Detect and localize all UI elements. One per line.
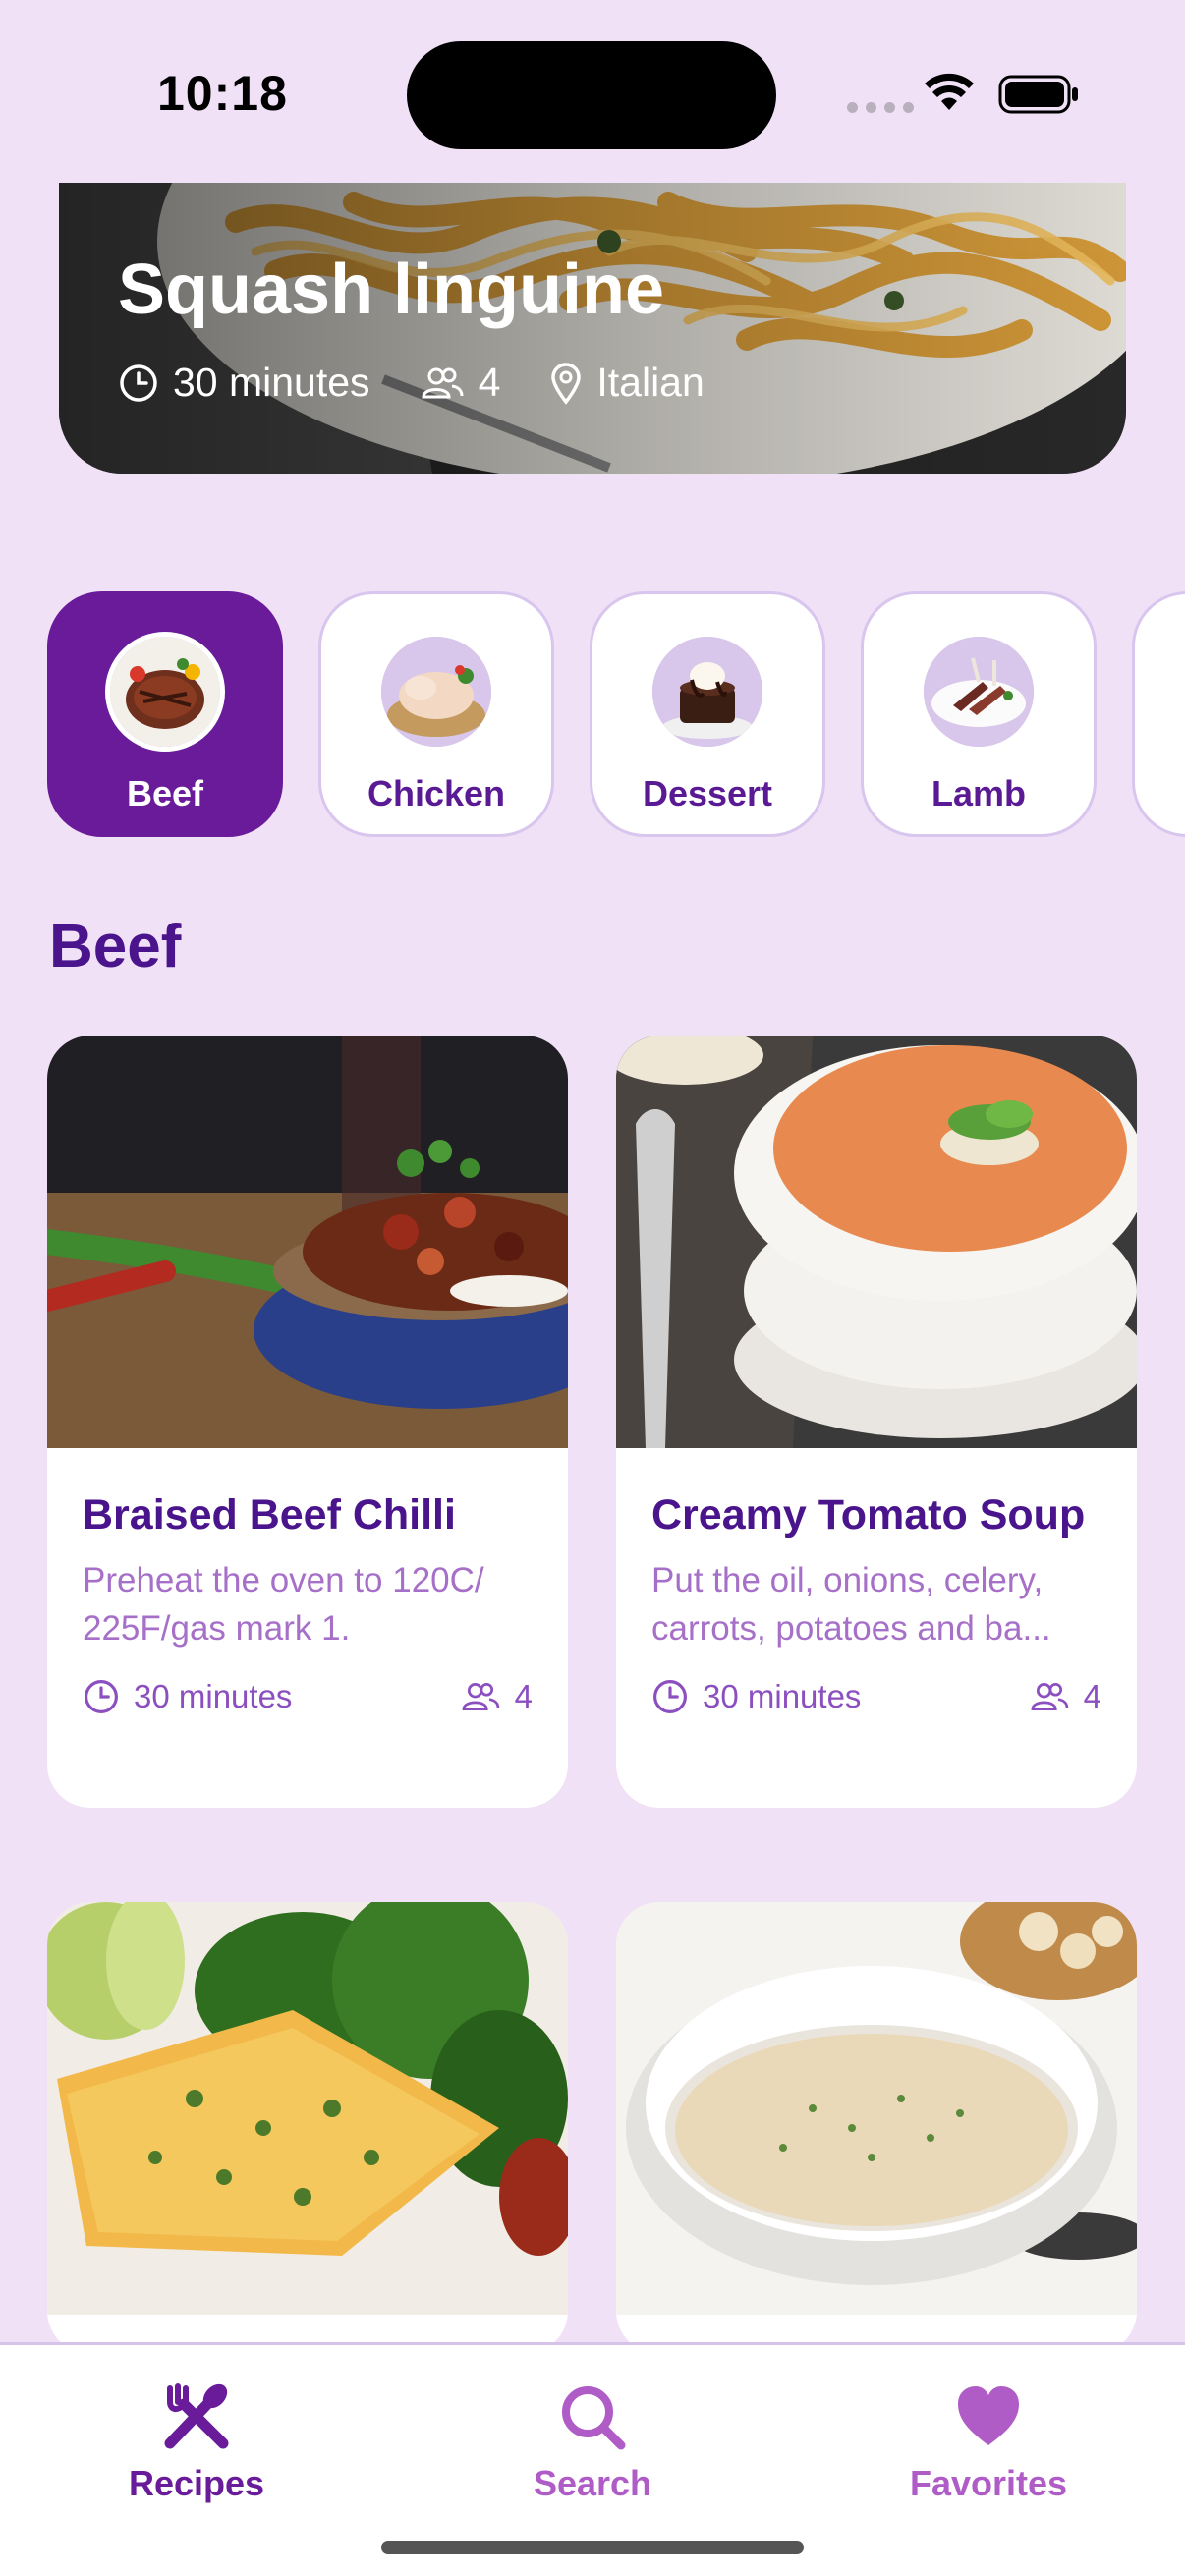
recipe-card[interactable]	[616, 1902, 1137, 2354]
category-label: Chicken	[367, 773, 506, 813]
heart-icon	[958, 2386, 1019, 2445]
recipe-time: 30 minutes	[134, 1678, 293, 1714]
recipe-image	[616, 1036, 1137, 1448]
dessert-image	[648, 632, 767, 752]
featured-recipe-title: Squash linguine	[118, 251, 665, 329]
status-bar: 10:18	[0, 0, 1185, 187]
featured-recipe-cuisine: Italian	[596, 360, 705, 405]
clock-icon	[120, 364, 157, 402]
tab-favorites[interactable]: Favorites	[871, 2380, 1106, 2504]
featured-recipe-card[interactable]: Squash linguine 30 minutes 4 Italian	[59, 183, 1126, 474]
recipe-title: Creamy Tomato Soup	[651, 1491, 1086, 1539]
battery-icon	[998, 75, 1078, 114]
clock-icon	[85, 1680, 118, 1713]
chicken-image	[376, 632, 496, 752]
category-label: Beef	[126, 773, 204, 813]
beef-image	[105, 632, 225, 752]
tab-label: Favorites	[909, 2463, 1068, 2503]
category-dessert[interactable]: Dessert	[590, 591, 825, 837]
recipe-servings: 4	[514, 1678, 533, 1714]
category-list: Beef Chicken Dessert Lamb	[47, 591, 1185, 841]
featured-recipe-time: 30 minutes	[173, 360, 370, 405]
section-title: Beef	[49, 913, 182, 980]
lamb-image	[919, 632, 1039, 752]
home-indicator[interactable]	[381, 2541, 804, 2554]
tab-label: Search	[533, 2463, 652, 2503]
category-next-partial[interactable]	[1132, 591, 1185, 837]
dynamic-island	[407, 41, 776, 149]
tab-recipes[interactable]: Recipes	[79, 2380, 314, 2504]
recipe-description: Preheat the oven to 120C/ 225F/gas mark …	[83, 1561, 484, 1648]
category-beef[interactable]: Beef	[47, 591, 283, 837]
people-icon	[462, 1683, 499, 1710]
people-icon	[1031, 1683, 1068, 1710]
recipe-servings: 4	[1083, 1678, 1101, 1714]
clock-icon	[653, 1680, 687, 1713]
featured-recipe-servings: 4	[478, 360, 501, 405]
tab-label: Recipes	[128, 2463, 265, 2503]
recipe-card[interactable]: Braised Beef Chilli Preheat the oven to …	[47, 1036, 568, 1808]
recipe-card[interactable]: Creamy Tomato Soup Put the oil, onions, …	[616, 1036, 1137, 1808]
category-label: Lamb	[931, 773, 1026, 813]
category-lamb[interactable]: Lamb	[861, 591, 1097, 837]
search-icon	[562, 2386, 626, 2450]
category-chicken[interactable]: Chicken	[318, 591, 554, 837]
featured-recipe-meta: 30 minutes 4 Italian	[118, 360, 754, 406]
category-label: Dessert	[642, 773, 773, 813]
recipe-card[interactable]	[47, 1902, 568, 2354]
people-icon	[422, 367, 464, 398]
recipe-time: 30 minutes	[703, 1678, 862, 1714]
recipe-image	[47, 1036, 568, 1448]
recipe-description: Put the oil, onions, celery, carrots, po…	[651, 1561, 1051, 1648]
recipe-image	[47, 1902, 568, 2315]
location-pin-icon	[551, 362, 582, 405]
recipe-image	[616, 1902, 1137, 2315]
status-time: 10:18	[157, 66, 288, 121]
tab-search[interactable]: Search	[475, 2380, 710, 2504]
wifi-icon	[925, 73, 974, 110]
cellular-signal-icon	[847, 102, 914, 113]
utensils-icon	[164, 2383, 229, 2449]
recipe-title: Braised Beef Chilli	[83, 1491, 456, 1539]
